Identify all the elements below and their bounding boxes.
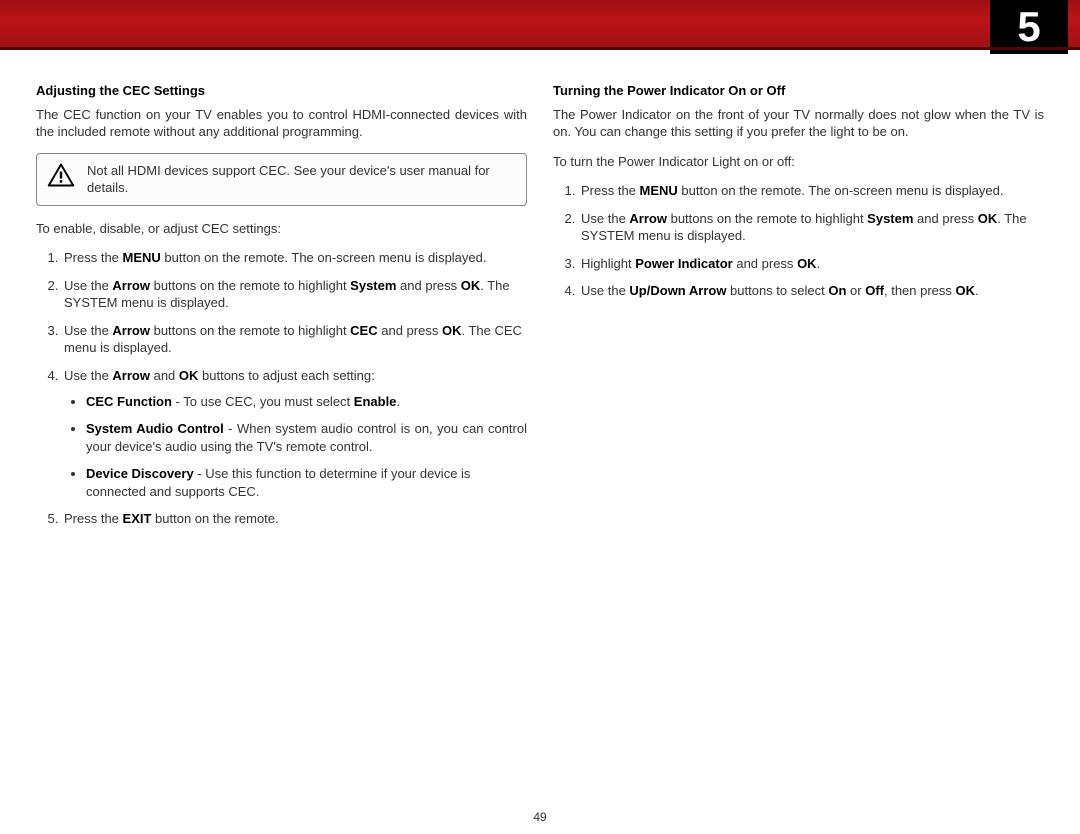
cec-heading: Adjusting the CEC Settings (36, 82, 527, 100)
power-lead: To turn the Power Indicator Light on or … (553, 153, 1044, 171)
warning-text: Not all HDMI devices support CEC. See yo… (87, 162, 516, 197)
cec-step-1: Press the MENU button on the remote. The… (62, 249, 527, 267)
warning-box: Not all HDMI devices support CEC. See yo… (36, 153, 527, 206)
cec-intro: The CEC function on your TV enables you … (36, 106, 527, 141)
chapter-number-tab: 5 (990, 0, 1068, 54)
left-column: Adjusting the CEC Settings The CEC funct… (36, 82, 527, 540)
warning-icon (47, 162, 75, 193)
cec-lead: To enable, disable, or adjust CEC settin… (36, 220, 527, 238)
manual-page: 5 Adjusting the CEC Settings The CEC fun… (0, 0, 1080, 834)
right-column: Turning the Power Indicator On or Off Th… (553, 82, 1044, 540)
header-bar: 5 (0, 0, 1080, 50)
power-step-4: Use the Up/Down Arrow buttons to select … (579, 282, 1044, 300)
cec-bullet-audio: System Audio Control - When system audio… (86, 420, 527, 455)
cec-step-4: Use the Arrow and OK buttons to adjust e… (62, 367, 527, 500)
page-number: 49 (0, 810, 1080, 824)
power-step-1: Press the MENU button on the remote. The… (579, 182, 1044, 200)
power-step-2: Use the Arrow buttons on the remote to h… (579, 210, 1044, 245)
power-steps: Press the MENU button on the remote. The… (553, 182, 1044, 300)
power-intro: The Power Indicator on the front of your… (553, 106, 1044, 141)
power-step-3: Highlight Power Indicator and press OK. (579, 255, 1044, 273)
page-body: Adjusting the CEC Settings The CEC funct… (0, 50, 1080, 540)
cec-bullet-function: CEC Function - To use CEC, you must sele… (86, 393, 527, 411)
cec-steps: Press the MENU button on the remote. The… (36, 249, 527, 528)
cec-step-3: Use the Arrow buttons on the remote to h… (62, 322, 527, 357)
power-heading: Turning the Power Indicator On or Off (553, 82, 1044, 100)
cec-step-5: Press the EXIT button on the remote. (62, 510, 527, 528)
cec-bullet-discovery: Device Discovery - Use this function to … (86, 465, 527, 500)
cec-step-2: Use the Arrow buttons on the remote to h… (62, 277, 527, 312)
cec-substeps: CEC Function - To use CEC, you must sele… (64, 393, 527, 501)
